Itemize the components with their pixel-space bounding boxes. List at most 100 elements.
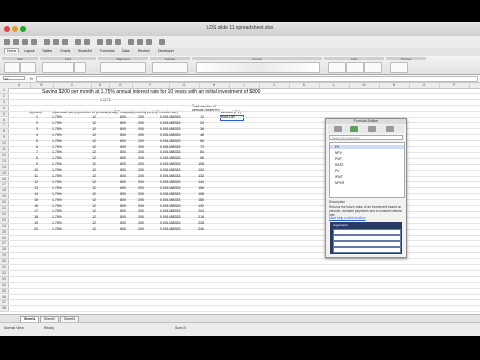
function-list-item[interactable]: PV [335,169,339,173]
open-icon[interactable] [13,39,19,45]
table-cell[interactable]: 200 [130,127,144,131]
table-cell[interactable]: 800 [112,162,126,166]
filter-icon[interactable] [115,39,121,45]
table-cell[interactable]: 12 [74,127,96,131]
table-cell[interactable]: 1.75% [52,180,72,184]
table-cell[interactable]: 1.75% [52,204,72,208]
undo-icon[interactable] [75,39,81,45]
table-cell[interactable]: 800 [112,215,126,219]
table-cell[interactable]: 108 [184,162,204,166]
table-cell[interactable]: 800 [112,198,126,202]
tab-review[interactable]: Review [136,49,151,53]
table-cell[interactable]: 200 [130,156,144,160]
table-cell[interactable]: 3 [20,127,38,131]
table-cell[interactable]: 800 [112,127,126,131]
table-cell[interactable]: 200 [130,221,144,225]
table-cell[interactable]: 144 [184,180,204,184]
table-cell[interactable]: 800 [112,204,126,208]
table-cell[interactable]: 12 [74,221,96,225]
table-cell[interactable]: 1.75% [52,150,72,154]
table-cell[interactable]: 200 [130,215,144,219]
formula-input[interactable] [36,76,478,82]
table-cell[interactable]: 12 [74,115,96,119]
table-cell[interactable]: 5 [20,139,38,143]
worksheet-grid[interactable]: Saving $200 per month at 1.75% annual in… [0,88,480,314]
table-cell[interactable]: 800 [112,133,126,137]
table-cell[interactable]: 18 [20,215,38,219]
table-cell[interactable]: 84 [184,150,204,154]
table-cell[interactable]: 12 [20,180,38,184]
tab-formulas[interactable]: Formulas [98,49,117,53]
function-list[interactable]: FV NPV PMT RATE PV IPMT NPER [329,142,405,198]
table-cell[interactable]: 200 [130,198,144,202]
tab-charts[interactable]: Charts [58,49,72,53]
toolbox-icon[interactable] [137,39,143,45]
print-icon[interactable] [31,39,37,45]
table-cell[interactable]: 1.75% [52,215,72,219]
autosum-icon[interactable] [97,39,103,45]
table-cell[interactable]: 36 [184,127,204,131]
table-cell[interactable]: 7 [20,150,38,154]
table-cell[interactable]: 1.75% [52,174,72,178]
function-search-input[interactable]: Search for a function [329,135,403,140]
table-cell[interactable]: 12 [74,145,96,149]
tab-smartart[interactable]: SmartArt [76,49,94,53]
table-cell[interactable]: 1.75% [52,139,72,143]
table-cell[interactable]: 12 [74,209,96,213]
table-cell[interactable]: 12 [74,215,96,219]
function-list-item[interactable]: NPER [335,181,344,185]
table-cell[interactable]: #VALUE! [221,115,243,119]
table-cell[interactable]: 12 [74,168,96,172]
table-cell[interactable]: 132 [184,174,204,178]
table-cell[interactable]: 800 [112,156,126,160]
paste-icon[interactable] [62,39,68,45]
table-cell[interactable]: 20 [20,227,38,231]
font-size-select[interactable] [74,62,86,73]
table-cell[interactable]: 200 [130,204,144,208]
fill-button[interactable] [4,62,20,73]
table-cell[interactable]: 19 [20,221,38,225]
fx-icon[interactable]: fx [30,76,33,81]
table-cell[interactable]: 1.75% [52,156,72,160]
delete-button[interactable] [346,62,364,73]
table-cell[interactable]: 200 [130,186,144,190]
table-cell[interactable]: 1.75% [52,115,72,119]
object-palette-icon[interactable] [334,126,342,132]
table-cell[interactable]: 180 [184,198,204,202]
table-cell[interactable]: 800 [112,168,126,172]
table-cell[interactable]: 8 [20,156,38,160]
table-cell[interactable]: 12 [184,115,204,119]
table-cell[interactable]: 1 [20,115,38,119]
more-help-link[interactable]: More help on this function [329,216,366,220]
clear-button[interactable] [20,62,36,73]
table-cell[interactable]: 12 [74,139,96,143]
table-cell[interactable]: 12 [74,156,96,160]
table-cell[interactable]: 12 [74,227,96,231]
table-cell[interactable]: 12 [74,180,96,184]
formula-builder-icon[interactable] [350,126,358,132]
insert-button[interactable] [328,62,346,73]
table-cell[interactable]: 1.75% [52,186,72,190]
table-cell[interactable]: 200 [130,139,144,143]
table-cell[interactable]: 200 [130,121,144,125]
table-cell[interactable]: 16 [20,204,38,208]
table-cell[interactable]: 1.75% [52,145,72,149]
table-cell[interactable]: 200 [130,168,144,172]
table-cell[interactable]: 240 [184,227,204,231]
table-cell[interactable]: 1.75% [52,121,72,125]
function-list-item[interactable]: PMT [335,157,342,161]
table-cell[interactable]: 1.75% [52,209,72,213]
table-cell[interactable]: 12 [74,186,96,190]
table-cell[interactable]: 10 [20,168,38,172]
table-cell[interactable]: 800 [112,186,126,190]
table-cell[interactable]: 1.75% [52,162,72,166]
help-icon[interactable] [159,39,165,45]
table-cell[interactable]: 14 [20,192,38,196]
table-cell[interactable]: 800 [112,221,126,225]
table-cell[interactable]: 800 [112,209,126,213]
table-cell[interactable]: 200 [130,227,144,231]
table-cell[interactable]: 800 [112,174,126,178]
table-cell[interactable]: 200 [130,150,144,154]
function-list-item[interactable]: RATE [335,163,344,167]
table-cell[interactable]: 800 [112,180,126,184]
